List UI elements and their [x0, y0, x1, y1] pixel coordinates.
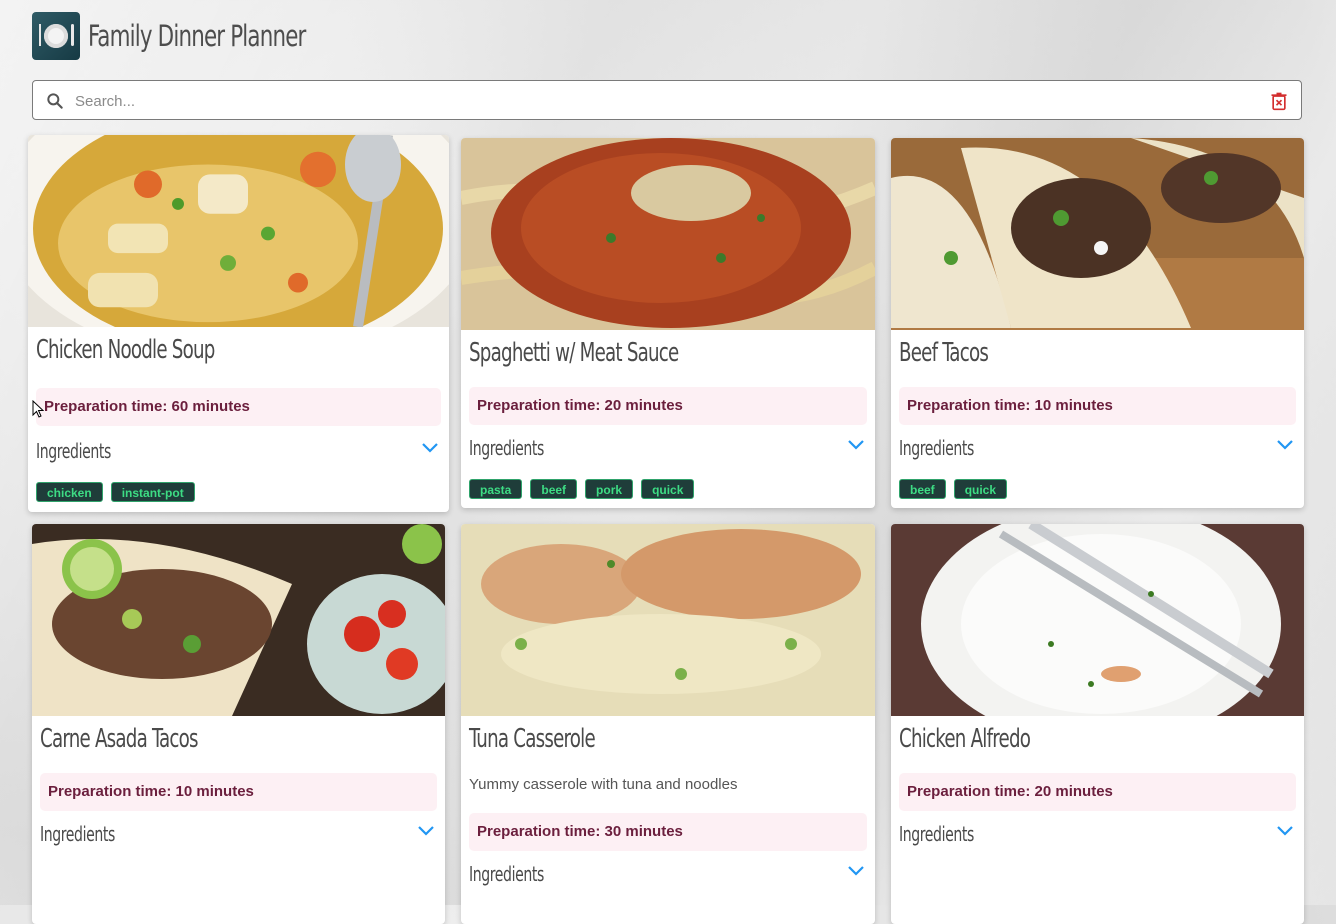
recipe-title: Spaghetti w/ Meat Sauce [469, 338, 679, 368]
recipe-image-beef-tacos [891, 138, 1304, 330]
chevron-down-icon[interactable] [1276, 439, 1294, 451]
app-header: Family Dinner Planner [32, 12, 353, 60]
app-logo-plate-icon [32, 12, 80, 60]
search-icon [47, 93, 63, 109]
chevron-down-icon[interactable] [421, 442, 439, 454]
recipe-card[interactable]: Chicken Noodle Soup Preparation time: 60… [28, 135, 449, 512]
search-bar [32, 80, 1302, 120]
ingredients-label: Ingredients [899, 822, 974, 846]
prep-time: Preparation time: 60 minutes [36, 388, 441, 426]
ingredients-label: Ingredients [36, 439, 111, 463]
recipe-image-carne-asada-tacos [32, 524, 445, 716]
tag-chip[interactable]: beef [530, 479, 578, 499]
prep-time: Preparation time: 20 minutes [469, 387, 867, 425]
clear-delete-icon[interactable] [1269, 91, 1289, 111]
recipe-card[interactable]: Tuna Casserole Yummy casserole with tuna… [461, 524, 875, 924]
recipe-card[interactable]: Chicken Alfredo Preparation time: 20 min… [891, 524, 1304, 924]
tag-chip[interactable]: pork [585, 479, 634, 499]
chevron-down-icon[interactable] [847, 865, 865, 877]
chevron-down-icon[interactable] [847, 439, 865, 451]
tag-chip[interactable]: pasta [469, 479, 523, 499]
tag-list: beef quick [899, 479, 1008, 499]
recipe-description: Yummy casserole with tuna and noodles [469, 776, 738, 793]
tag-chip[interactable]: quick [953, 479, 1008, 499]
ingredients-label: Ingredients [40, 822, 115, 846]
recipe-card[interactable]: Spaghetti w/ Meat Sauce Preparation time… [461, 138, 875, 508]
recipe-title: Chicken Alfredo [899, 724, 1031, 754]
tag-chip[interactable]: quick [641, 479, 695, 499]
app-title: Family Dinner Planner [88, 19, 306, 53]
chevron-down-icon[interactable] [1276, 825, 1294, 837]
recipe-card[interactable]: Carne Asada Tacos Preparation time: 10 m… [32, 524, 445, 924]
prep-time: Preparation time: 20 minutes [899, 773, 1296, 811]
tag-chip[interactable]: chicken [36, 482, 103, 502]
recipe-image-tuna-casserole [461, 524, 875, 716]
search-input[interactable] [73, 87, 1257, 115]
tag-list: pasta beef pork quick [469, 479, 695, 499]
recipe-title: Carne Asada Tacos [40, 724, 199, 754]
recipe-card[interactable]: Beef Tacos Preparation time: 10 minutes … [891, 138, 1304, 508]
tag-chip[interactable]: beef [899, 479, 946, 499]
prep-time: Preparation time: 10 minutes [899, 387, 1296, 425]
ingredients-label: Ingredients [469, 436, 544, 460]
recipe-image-chicken-alfredo [891, 524, 1304, 716]
chevron-down-icon[interactable] [417, 825, 435, 837]
recipe-title: Tuna Casserole [469, 724, 596, 754]
recipe-image-spaghetti [461, 138, 875, 330]
ingredients-label: Ingredients [899, 436, 974, 460]
tag-chip[interactable]: instant-pot [110, 482, 195, 502]
recipe-image-chicken-noodle-soup [28, 135, 449, 327]
mouse-cursor-icon [32, 400, 44, 418]
tag-list: chicken instant-pot [36, 482, 195, 502]
recipe-title: Beef Tacos [899, 338, 989, 368]
ingredients-label: Ingredients [469, 862, 544, 886]
prep-time: Preparation time: 30 minutes [469, 813, 867, 851]
prep-time: Preparation time: 10 minutes [40, 773, 437, 811]
recipe-title: Chicken Noodle Soup [36, 335, 215, 365]
